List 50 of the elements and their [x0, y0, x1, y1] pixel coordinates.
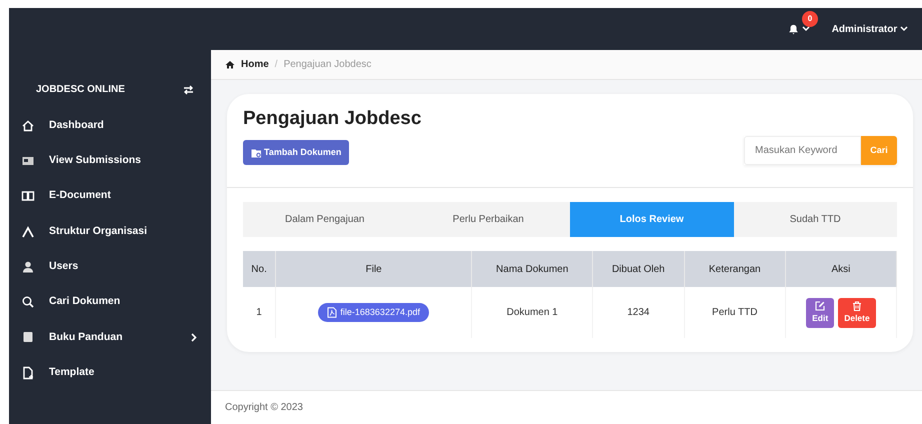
breadcrumb-link[interactable]: Home: [241, 57, 269, 72]
copyright-text: Copyright © 2023: [225, 401, 303, 415]
sidebar-item[interactable]: E-Document: [9, 178, 211, 214]
sidebar-item[interactable]: Dashboard: [9, 108, 211, 144]
sidebar-item[interactable]: Template: [9, 355, 211, 390]
page-title: Pengajuan Jobdesc: [243, 108, 422, 131]
sidebar-item[interactable]: Buku Panduan: [9, 320, 211, 356]
breadcrumb-current: Pengajuan Jobdesc: [284, 58, 372, 72]
table-cell: Dokumen 1: [472, 287, 593, 338]
home-icon: [21, 118, 35, 133]
hierarchy-icon: [21, 224, 35, 239]
book-icon: [21, 189, 35, 204]
pdf-icon: [327, 306, 338, 318]
folder-add-icon: [251, 148, 262, 158]
breadcrumb-separator: /: [274, 58, 278, 72]
search-field[interactable]: Masukan Keyword: [744, 136, 861, 166]
sidebar-item[interactable]: View Submissions: [9, 143, 211, 179]
file-link[interactable]: file-1683632274.pdf: [318, 302, 429, 322]
edit-button[interactable]: Edit: [806, 298, 834, 328]
sidebar-item[interactable]: Struktur Organisasi: [9, 214, 211, 250]
tab[interactable]: Perlu Perbaikan: [406, 202, 570, 238]
trash-icon: [852, 300, 862, 311]
file-add-icon: [21, 366, 35, 380]
chevron-icon[interactable]: [802, 26, 810, 32]
table-cell: Perlu TTD: [684, 287, 786, 338]
user-icon: [21, 260, 35, 274]
toggle-icon[interactable]: [183, 84, 194, 94]
delete-button[interactable]: Delete: [838, 298, 876, 328]
column-header: Dibuat Oleh: [592, 251, 684, 288]
bell-icon[interactable]: [788, 24, 799, 34]
column-header: Aksi: [785, 251, 896, 288]
user-menu[interactable]: Administrator: [832, 22, 908, 36]
tab[interactable]: Dalam Pengajuan: [243, 202, 406, 238]
search-icon: [21, 295, 35, 310]
tab[interactable]: Sudah TTD: [734, 202, 897, 238]
home-icon: [225, 60, 235, 69]
chevron-icon[interactable]: [900, 26, 908, 32]
table-cell: 1: [243, 287, 276, 338]
sidebar-item[interactable]: Cari Dokumen: [9, 284, 211, 320]
sidebar-item[interactable]: Users: [9, 249, 211, 284]
edit-icon: [815, 300, 826, 311]
column-header: No.: [243, 251, 276, 288]
table-cell: 1234: [592, 287, 684, 338]
manual-icon: [21, 330, 35, 344]
brand-name: JOBDESC ONLINE: [36, 83, 125, 97]
column-header: Keterangan: [684, 251, 786, 288]
add-document-button[interactable]: Tambah Dokumen: [243, 140, 350, 166]
column-header: File: [276, 251, 472, 288]
column-header: Nama Dokumen: [472, 251, 593, 288]
notification-count: 0: [802, 10, 818, 26]
